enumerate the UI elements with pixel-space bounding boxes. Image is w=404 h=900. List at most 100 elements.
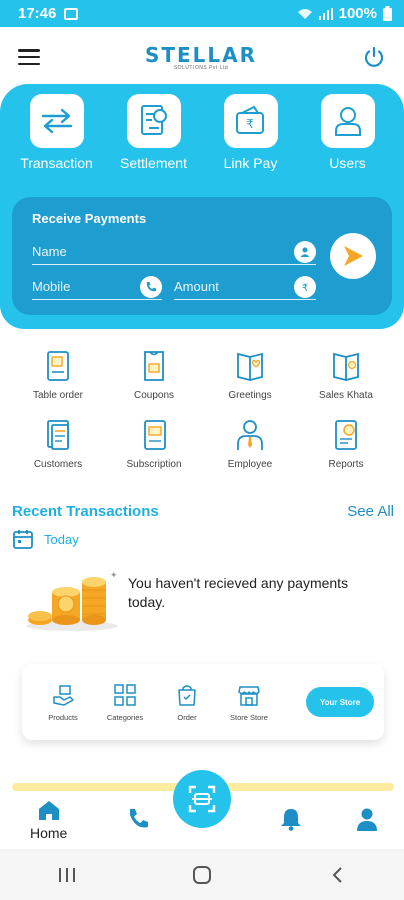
coins-illustration-icon: ✦ <box>26 571 118 631</box>
signal-icon <box>318 7 333 20</box>
coupon-icon <box>144 351 164 381</box>
service-subscription[interactable]: Subscription <box>106 417 202 470</box>
table-order-icon <box>47 351 69 381</box>
phone-icon <box>140 275 162 298</box>
store-item-label: Categories <box>106 712 144 722</box>
customers-icon <box>47 420 69 450</box>
menu-icon[interactable] <box>18 49 40 65</box>
status-bar: 17:46 100% <box>0 0 404 27</box>
nav-home[interactable]: Home <box>30 799 67 841</box>
svg-text:₹: ₹ <box>246 117 254 131</box>
service-label: Employee <box>227 459 273 470</box>
see-all-link[interactable]: See All <box>347 503 394 520</box>
nav-profile[interactable] <box>356 807 378 831</box>
send-payment-button[interactable] <box>330 233 376 279</box>
home-icon <box>38 801 59 820</box>
bell-icon <box>281 809 301 831</box>
back-system-button[interactable] <box>317 860 357 890</box>
amount-field-wrap: ₹ <box>174 274 316 300</box>
store-item-label: Store Store <box>230 712 268 722</box>
service-label: Sales Khata <box>319 390 373 401</box>
brand-name: STELLAR <box>144 43 258 67</box>
app-header: STELLAR SOLUTIONS Pvt Ltd <box>0 27 404 87</box>
quick-action-settlement[interactable]: Settlement <box>109 94 199 171</box>
today-label: Today <box>44 531 79 547</box>
subscription-icon <box>144 420 166 450</box>
amount-input[interactable] <box>174 279 294 294</box>
store-products[interactable]: Products <box>32 683 94 722</box>
name-field-wrap <box>32 239 316 265</box>
nav-call[interactable] <box>126 807 150 831</box>
quick-action-label: Settlement <box>120 155 187 171</box>
quick-actions: Transaction Settlement ₹ Link Pay Users <box>0 94 404 171</box>
your-store-button[interactable]: Your Store <box>306 687 374 717</box>
scan-icon <box>188 785 216 813</box>
categories-icon <box>114 683 136 706</box>
empty-message: You haven't recieved any payments today. <box>128 575 349 610</box>
document-settle-icon <box>126 94 181 148</box>
battery-icon <box>383 6 392 21</box>
store-categories[interactable]: Categories <box>94 683 156 722</box>
home-system-button[interactable] <box>182 860 222 890</box>
service-customers[interactable]: Customers <box>10 417 106 470</box>
nav-notifications[interactable] <box>280 807 302 831</box>
home-circle-icon <box>192 865 211 884</box>
name-input[interactable] <box>32 244 294 259</box>
quick-action-users[interactable]: Users <box>303 94 393 171</box>
nav-home-label: Home <box>30 825 68 841</box>
store-order[interactable]: Order <box>156 683 218 722</box>
service-coupons[interactable]: Coupons <box>106 348 202 401</box>
notification-icon <box>64 7 79 20</box>
service-label: Subscription <box>126 459 182 470</box>
recent-transactions-header: Recent Transactions See All <box>12 503 394 520</box>
service-label: Reports <box>328 459 364 470</box>
products-icon <box>53 684 74 706</box>
service-label: Greetings <box>228 390 272 401</box>
service-table-order[interactable]: Table order <box>10 348 106 401</box>
receive-payments-title: Receive Payments <box>32 211 147 226</box>
service-employee[interactable]: Employee <box>202 417 298 470</box>
service-label: Coupons <box>133 390 175 401</box>
power-icon[interactable] <box>362 45 386 69</box>
quick-action-transaction[interactable]: Transaction <box>12 94 102 171</box>
svg-text:₹: ₹ <box>302 283 308 293</box>
order-bag-icon <box>178 684 196 706</box>
today-filter[interactable]: Today <box>12 528 79 550</box>
recent-apps-button[interactable] <box>47 860 87 890</box>
service-label: Table order <box>32 390 84 401</box>
scan-qr-button[interactable] <box>173 770 231 828</box>
store-item-label: Order <box>177 712 197 722</box>
quick-action-label: Link Pay <box>223 155 278 171</box>
wallet-rupee-icon: ₹ <box>223 94 278 148</box>
rupee-icon: ₹ <box>294 275 316 298</box>
calendar-icon <box>13 530 33 549</box>
mobile-input[interactable] <box>32 279 140 294</box>
service-sales-khata[interactable]: Sales Khata <box>298 348 394 401</box>
service-greetings[interactable]: Greetings <box>202 348 298 401</box>
system-nav-bar <box>0 849 404 900</box>
arrows-swap-icon <box>29 94 84 148</box>
storefront-icon <box>238 685 260 706</box>
back-chevron-icon <box>332 866 342 883</box>
recent-transactions-title: Recent Transactions <box>12 503 159 520</box>
receive-payments-card: Receive Payments ₹ <box>12 197 392 315</box>
quick-action-link-pay[interactable]: ₹ Link Pay <box>206 94 296 171</box>
employee-icon <box>237 420 263 450</box>
store-store[interactable]: Store Store <box>218 683 280 722</box>
recent-apps-icon <box>59 867 76 882</box>
service-reports[interactable]: Reports <box>298 417 394 470</box>
arrow-right-icon <box>344 246 363 266</box>
sales-khata-icon <box>333 352 359 382</box>
mobile-field-wrap <box>32 274 162 300</box>
person-icon <box>294 240 316 263</box>
greeting-card-icon <box>237 352 263 382</box>
store-card: Products Categories Order Store Store Yo… <box>22 664 384 740</box>
phone-icon <box>130 809 148 828</box>
user-icon <box>320 94 375 148</box>
profile-icon <box>357 808 377 831</box>
wifi-icon <box>297 8 312 19</box>
status-time: 17:46 <box>18 5 57 22</box>
store-item-label: Products <box>48 712 78 722</box>
empty-transactions: ✦ You haven't recieved any payments toda… <box>20 570 390 640</box>
brand-logo: STELLAR SOLUTIONS Pvt Ltd <box>145 43 257 71</box>
